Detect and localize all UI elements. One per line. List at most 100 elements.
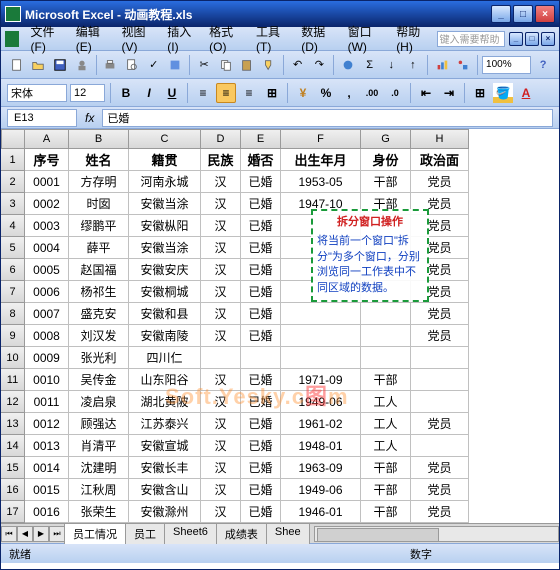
cell[interactable]: 已婚 [241, 171, 281, 193]
cell[interactable]: 干部 [361, 171, 411, 193]
cell[interactable] [361, 347, 411, 369]
menu-help[interactable]: 帮助(H) [390, 21, 436, 56]
doc-restore-button[interactable]: □ [525, 32, 539, 46]
cell[interactable]: 汉 [201, 281, 241, 303]
cell[interactable] [281, 347, 361, 369]
cell[interactable]: 山东阳谷 [129, 369, 201, 391]
cell[interactable]: 汉 [201, 193, 241, 215]
cell[interactable]: 汉 [201, 325, 241, 347]
align-right-button[interactable]: ≡ [239, 83, 259, 103]
menu-format[interactable]: 格式(O) [203, 21, 250, 56]
cell[interactable]: 安徽枞阳 [129, 215, 201, 237]
sheet-tab[interactable]: Sheet6 [164, 523, 217, 544]
sort-desc-button[interactable]: ↑ [403, 55, 423, 75]
cell[interactable]: 姓名 [69, 149, 129, 171]
cell[interactable]: 汉 [201, 171, 241, 193]
close-button[interactable]: × [535, 5, 555, 23]
row-header[interactable]: 2 [1, 171, 25, 193]
chart-button[interactable] [432, 55, 452, 75]
col-header-F[interactable]: F [281, 129, 361, 149]
col-header-H[interactable]: H [411, 129, 469, 149]
format-painter-button[interactable] [259, 55, 279, 75]
col-header-D[interactable]: D [201, 129, 241, 149]
paste-button[interactable] [238, 55, 258, 75]
cell[interactable]: 沈建明 [69, 457, 129, 479]
cell[interactable]: 汉 [201, 303, 241, 325]
cell[interactable]: 汉 [201, 215, 241, 237]
cell[interactable]: 党员 [411, 303, 469, 325]
cell[interactable]: 河南永城 [129, 171, 201, 193]
drawing-button[interactable] [453, 55, 473, 75]
tab-first-button[interactable]: ⏮ [1, 526, 17, 542]
cell[interactable]: 0007 [25, 303, 69, 325]
menu-view[interactable]: 视图(V) [116, 21, 162, 56]
menu-window[interactable]: 窗口(W) [342, 21, 391, 56]
print-button[interactable] [101, 55, 121, 75]
cell[interactable]: 1949-06 [281, 391, 361, 413]
cell[interactable]: 安徽和县 [129, 303, 201, 325]
increase-indent-button[interactable]: ⇥ [439, 83, 459, 103]
cell[interactable]: 已婚 [241, 325, 281, 347]
cell[interactable]: 吴传金 [69, 369, 129, 391]
cell[interactable]: 赵国福 [69, 259, 129, 281]
cell[interactable]: 0003 [25, 215, 69, 237]
cell[interactable]: 时囡 [69, 193, 129, 215]
undo-button[interactable]: ↶ [288, 55, 308, 75]
cell[interactable]: 已婚 [241, 479, 281, 501]
cell[interactable]: 已婚 [241, 215, 281, 237]
row-header[interactable]: 9 [1, 325, 25, 347]
help-button[interactable]: ? [533, 55, 553, 75]
cell[interactable]: 江苏泰兴 [129, 413, 201, 435]
cell[interactable]: 干部 [361, 479, 411, 501]
decrease-indent-button[interactable]: ⇤ [416, 83, 436, 103]
cell[interactable]: 肖清平 [69, 435, 129, 457]
cell[interactable]: 汉 [201, 237, 241, 259]
cell[interactable]: 凌启泉 [69, 391, 129, 413]
cell[interactable]: 张荣生 [69, 501, 129, 523]
cell[interactable]: 0002 [25, 193, 69, 215]
cell[interactable]: 安徽桐城 [129, 281, 201, 303]
cell[interactable]: 刘汉发 [69, 325, 129, 347]
menu-data[interactable]: 数据(D) [295, 21, 341, 56]
menu-tools[interactable]: 工具(T) [250, 21, 295, 56]
cell[interactable]: 民族 [201, 149, 241, 171]
cell[interactable]: 已婚 [241, 281, 281, 303]
cell[interactable]: 0016 [25, 501, 69, 523]
cell[interactable] [411, 391, 469, 413]
tab-last-button[interactable]: ⏭ [49, 526, 65, 542]
cell[interactable]: 党员 [411, 171, 469, 193]
sum-button[interactable]: Σ [360, 55, 380, 75]
cell[interactable]: 0015 [25, 479, 69, 501]
row-header[interactable]: 12 [1, 391, 25, 413]
tab-next-button[interactable]: ▶ [33, 526, 49, 542]
italic-button[interactable]: I [139, 83, 159, 103]
cell[interactable]: 缪鹏平 [69, 215, 129, 237]
cell[interactable]: 身份 [361, 149, 411, 171]
cell[interactable]: 0005 [25, 259, 69, 281]
sheet-tab[interactable]: 员工 [125, 523, 165, 544]
cell[interactable]: 安徽滁州 [129, 501, 201, 523]
percent-button[interactable]: % [316, 83, 336, 103]
cell[interactable]: 干部 [361, 457, 411, 479]
cell[interactable]: 1948-01 [281, 435, 361, 457]
cell[interactable] [281, 325, 361, 347]
cell[interactable]: 1949-06 [281, 479, 361, 501]
cell[interactable]: 已婚 [241, 237, 281, 259]
cell[interactable] [201, 347, 241, 369]
cell[interactable]: 已婚 [241, 369, 281, 391]
sheet-tab[interactable]: 员工情况 [64, 523, 126, 544]
increase-decimal-button[interactable]: .00 [362, 83, 382, 103]
cell[interactable]: 张光利 [69, 347, 129, 369]
font-selector[interactable]: 宋体 [7, 84, 67, 102]
row-header[interactable]: 3 [1, 193, 25, 215]
col-header-B[interactable]: B [69, 129, 129, 149]
redo-button[interactable]: ↷ [309, 55, 329, 75]
cut-button[interactable]: ✂ [194, 55, 214, 75]
cell[interactable]: 安徽安庆 [129, 259, 201, 281]
row-header[interactable]: 13 [1, 413, 25, 435]
doc-close-button[interactable]: × [541, 32, 555, 46]
open-button[interactable] [29, 55, 49, 75]
font-size-selector[interactable]: 12 [70, 84, 105, 102]
cell[interactable]: 湖北黄陂 [129, 391, 201, 413]
name-box[interactable]: E13 [7, 109, 77, 127]
